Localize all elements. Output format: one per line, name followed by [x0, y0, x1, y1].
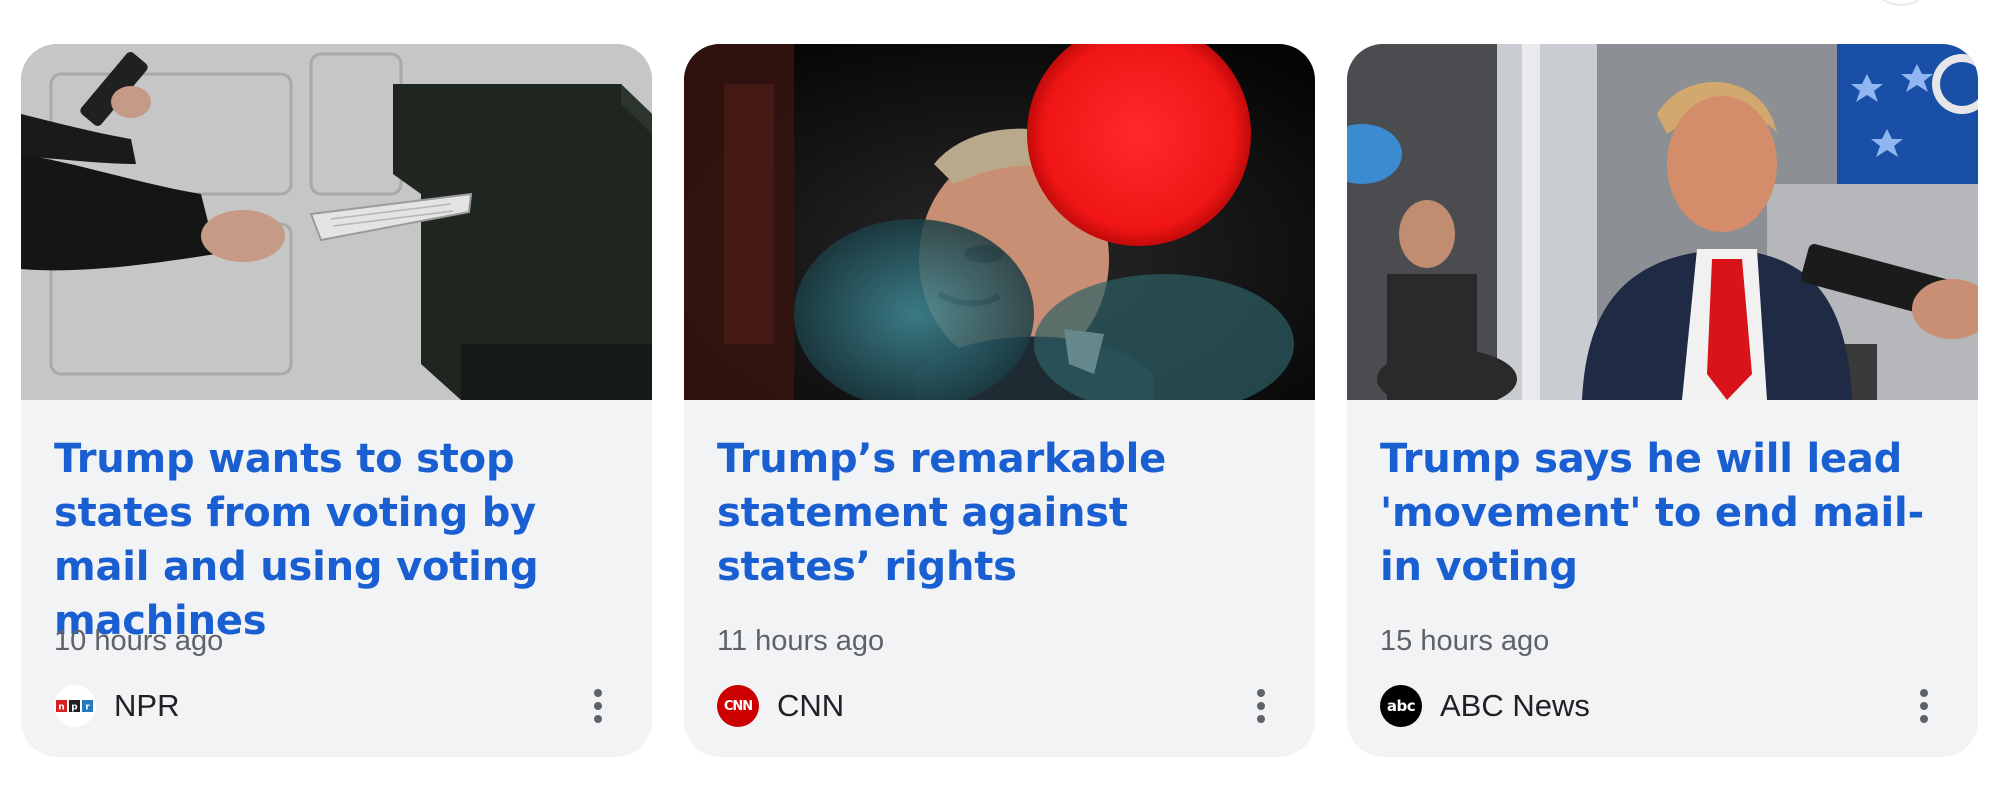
story-thumbnail	[21, 44, 652, 400]
abc-logo-text: abc	[1386, 697, 1416, 715]
abc-logo-icon: abc	[1380, 685, 1422, 727]
cnn-logo-text: CNN	[723, 698, 753, 714]
npr-logo-icon: n p r	[54, 685, 96, 727]
story-thumbnail	[1347, 44, 1978, 400]
more-vert-icon[interactable]	[1904, 686, 1944, 726]
story-source-row: CNN CNN	[717, 684, 1281, 728]
story-headline[interactable]: Trump says he will lead 'movement' to en…	[1380, 432, 1944, 594]
top-stories-carousel: Trump wants to stop states from voting b…	[21, 44, 1978, 757]
story-source-name: NPR	[114, 688, 180, 723]
story-card-cnn[interactable]: Trump’s remarkable statement against sta…	[684, 44, 1315, 757]
svg-text:r: r	[85, 703, 90, 713]
partial-circle-button[interactable]	[1868, 0, 1934, 6]
story-timestamp: 10 hours ago	[54, 625, 224, 657]
story-thumbnail	[684, 44, 1315, 400]
more-vert-icon[interactable]	[1241, 686, 1281, 726]
story-timestamp: 15 hours ago	[1380, 625, 1550, 657]
news-carousel-screen: Trump wants to stop states from voting b…	[0, 0, 2000, 788]
cnn-logo-icon: CNN	[717, 685, 759, 727]
svg-text:n: n	[58, 703, 64, 713]
story-source-name: CNN	[777, 688, 845, 723]
story-card-abc[interactable]: Trump says he will lead 'movement' to en…	[1347, 44, 1978, 757]
story-headline[interactable]: Trump’s remarkable statement against sta…	[717, 432, 1281, 594]
story-card-npr[interactable]: Trump wants to stop states from voting b…	[21, 44, 652, 757]
svg-text:p: p	[71, 703, 78, 713]
more-vert-icon[interactable]	[578, 686, 618, 726]
story-source-row: abc ABC News	[1380, 684, 1944, 728]
story-source-name: ABC News	[1440, 688, 1590, 723]
story-source-row: n p r NPR	[54, 684, 618, 728]
story-headline[interactable]: Trump wants to stop states from voting b…	[54, 432, 618, 644]
story-timestamp: 11 hours ago	[717, 625, 885, 657]
